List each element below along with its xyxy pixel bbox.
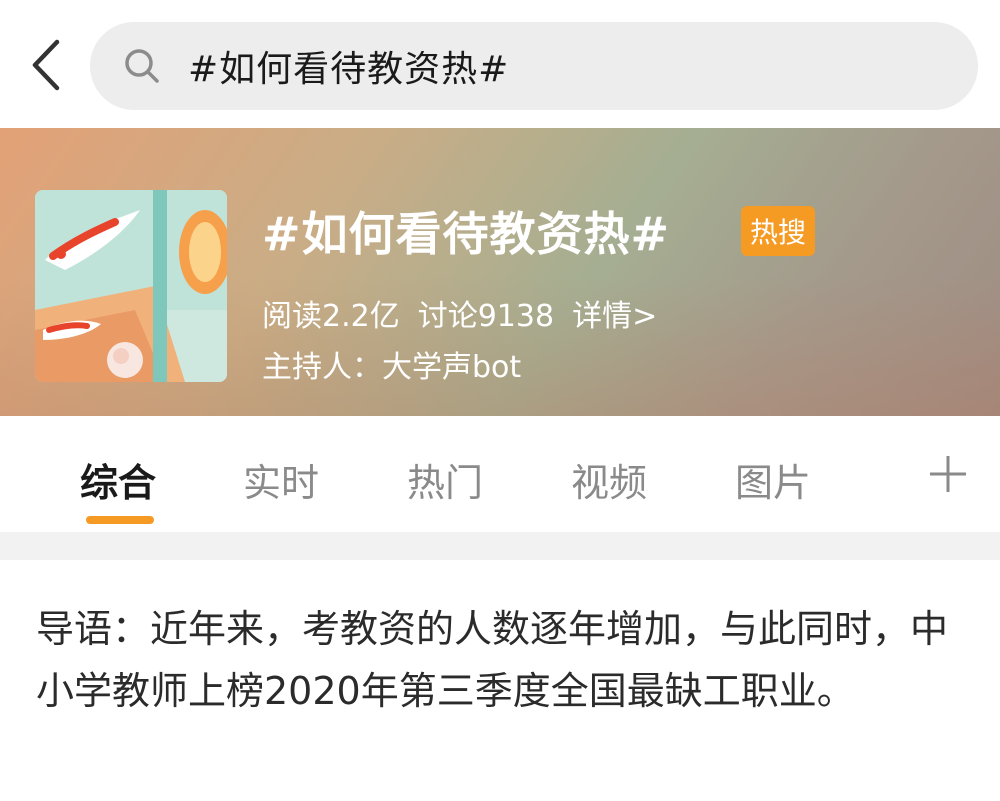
chevron-left-icon	[29, 38, 63, 96]
tab-bar: 综合 实时 热门 视频 图片	[0, 416, 1000, 532]
tab-overview[interactable]: 综合	[80, 452, 156, 507]
top-bar: #如何看待教资热#	[0, 0, 1000, 128]
section-divider	[0, 532, 1000, 560]
discussion-count: 讨论9138	[417, 299, 555, 334]
search-icon	[122, 46, 162, 86]
topic-intro: 导语：近年来，考教资的人数逐年增加，与此同时，中小学教师上榜2020年第三季度全…	[36, 607, 949, 713]
topic-host[interactable]: 主持人：大学声bot	[262, 342, 521, 386]
topic-page: #如何看待教资热# #如何看待教资热# 热搜 阅读2.2亿 讨论9138 详情>…	[0, 0, 1000, 801]
back-button[interactable]	[18, 34, 74, 100]
search-query: #如何看待教资热#	[188, 49, 510, 90]
tab-video[interactable]: 视频	[571, 452, 647, 507]
active-tab-indicator	[86, 516, 154, 524]
topic-cover-image[interactable]	[35, 190, 227, 382]
search-input[interactable]: #如何看待教资热#	[90, 22, 978, 110]
topic-header: #如何看待教资热# 热搜 阅读2.2亿 讨论9138 详情> 主持人：大学声bo…	[0, 128, 1000, 416]
details-link[interactable]: 详情>	[572, 291, 657, 335]
tab-images[interactable]: 图片	[735, 452, 811, 507]
tab-hot[interactable]: 热门	[407, 452, 483, 507]
hot-search-badge: 热搜	[741, 206, 815, 256]
topic-title: #如何看待教资热#	[262, 207, 671, 261]
plus-icon[interactable]	[928, 454, 968, 494]
topic-stats: 阅读2.2亿 讨论9138 详情>	[262, 291, 657, 335]
read-count: 阅读2.2亿	[262, 299, 400, 334]
tab-realtime[interactable]: 实时	[243, 452, 319, 507]
